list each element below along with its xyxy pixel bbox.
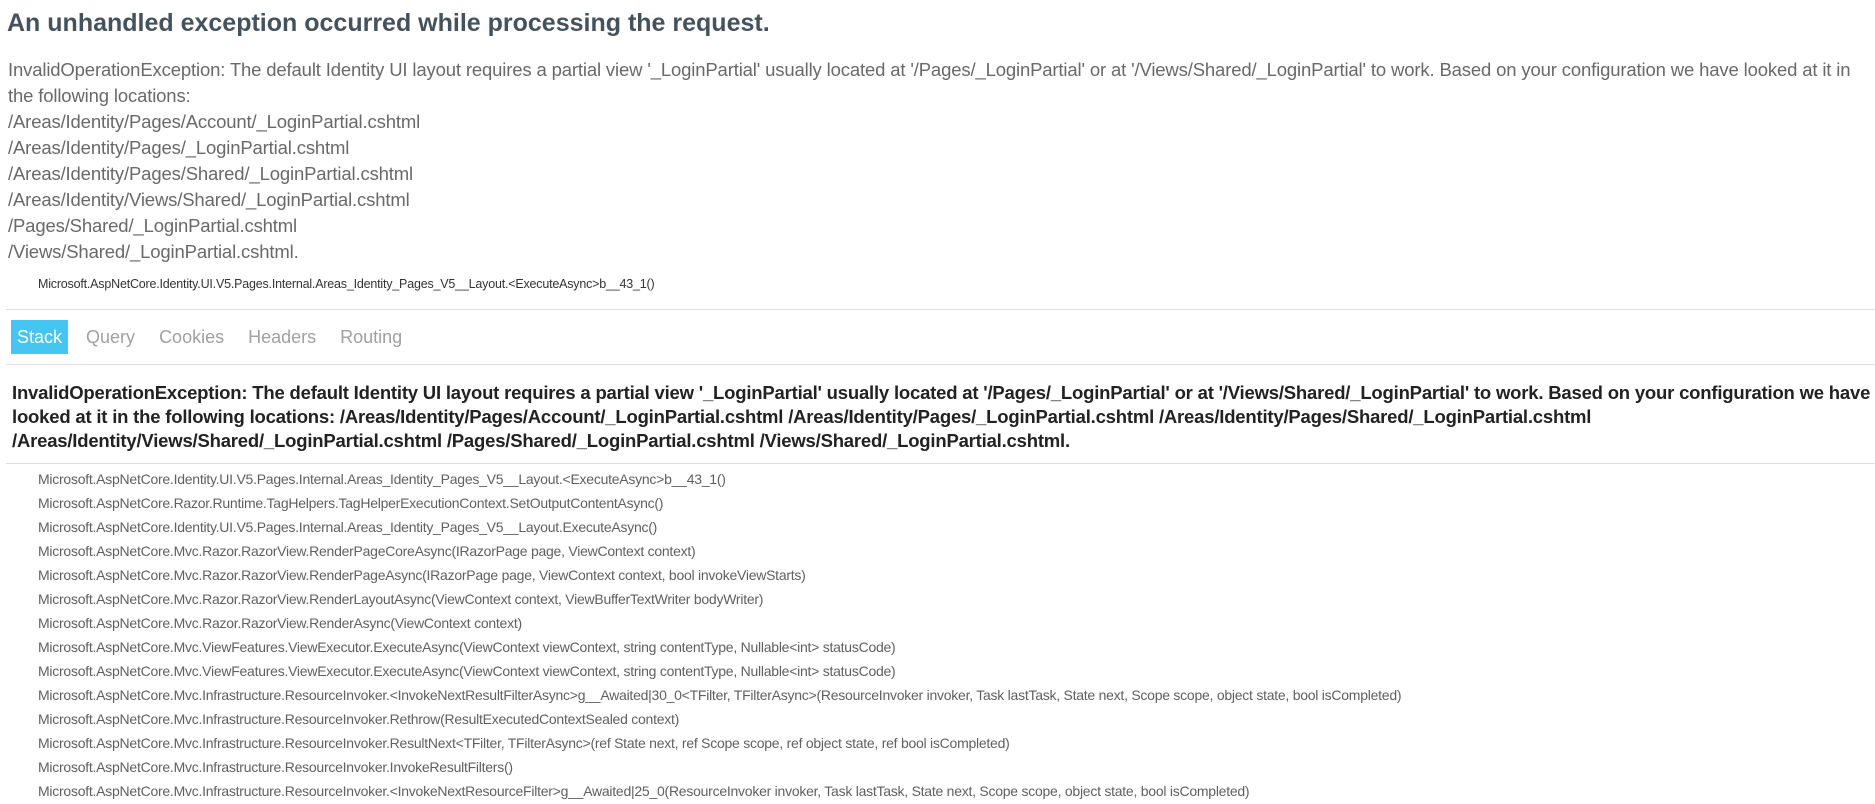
divider xyxy=(6,364,1875,365)
stack-frame[interactable]: Microsoft.AspNetCore.Mvc.Infrastructure.… xyxy=(38,755,1401,779)
tab-cookies[interactable]: Cookies xyxy=(153,320,230,354)
searched-location: /Pages/Shared/_LoginPartial.cshtml xyxy=(8,215,298,236)
searched-location: /Views/Shared/_LoginPartial.cshtml. xyxy=(8,241,299,262)
summary-top-frame: Microsoft.AspNetCore.Identity.UI.V5.Page… xyxy=(38,277,655,291)
divider xyxy=(6,309,1875,310)
stack-frame[interactable]: Microsoft.AspNetCore.Mvc.Razor.RazorView… xyxy=(38,611,1401,635)
stack-frame[interactable]: Microsoft.AspNetCore.Mvc.Razor.RazorView… xyxy=(38,587,1401,611)
tab-stack[interactable]: Stack xyxy=(11,320,69,354)
error-message: InvalidOperationException: The default I… xyxy=(8,59,1851,106)
tab-bar: Stack Query Cookies Headers Routing xyxy=(11,320,420,354)
tab-routing[interactable]: Routing xyxy=(334,320,408,354)
stack-frame[interactable]: Microsoft.AspNetCore.Identity.UI.V5.Page… xyxy=(38,515,1401,539)
stack-frame[interactable]: Microsoft.AspNetCore.Razor.Runtime.TagHe… xyxy=(38,491,1401,515)
searched-location: /Areas/Identity/Pages/Shared/_LoginParti… xyxy=(8,163,414,184)
error-summary: InvalidOperationException: The default I… xyxy=(8,57,1875,265)
tab-headers[interactable]: Headers xyxy=(242,320,322,354)
stack-frame[interactable]: Microsoft.AspNetCore.Mvc.ViewFeatures.Vi… xyxy=(38,635,1401,659)
searched-location: /Areas/Identity/Pages/_LoginPartial.csht… xyxy=(8,137,350,158)
stack-frame[interactable]: Microsoft.AspNetCore.Mvc.Infrastructure.… xyxy=(38,707,1401,731)
stack-frame[interactable]: Microsoft.AspNetCore.Mvc.ViewFeatures.Vi… xyxy=(38,659,1401,683)
searched-location: /Areas/Identity/Views/Shared/_LoginParti… xyxy=(8,189,410,210)
page-title: An unhandled exception occurred while pr… xyxy=(7,9,770,37)
stack-frame[interactable]: Microsoft.AspNetCore.Identity.UI.V5.Page… xyxy=(38,467,1401,491)
stack-frame-list: Microsoft.AspNetCore.Identity.UI.V5.Page… xyxy=(38,467,1402,803)
exception-heading: InvalidOperationException: The default I… xyxy=(12,382,1871,451)
searched-location: /Areas/Identity/Pages/Account/_LoginPart… xyxy=(8,111,421,132)
stack-frame[interactable]: Microsoft.AspNetCore.Mvc.Infrastructure.… xyxy=(38,779,1401,803)
stack-frame[interactable]: Microsoft.AspNetCore.Mvc.Razor.RazorView… xyxy=(38,563,1401,587)
stack-frame[interactable]: Microsoft.AspNetCore.Mvc.Razor.RazorView… xyxy=(38,539,1401,563)
divider xyxy=(6,463,1875,464)
stack-frame[interactable]: Microsoft.AspNetCore.Mvc.Infrastructure.… xyxy=(38,731,1401,755)
stack-frame[interactable]: Microsoft.AspNetCore.Mvc.Infrastructure.… xyxy=(38,683,1402,707)
tab-query[interactable]: Query xyxy=(80,320,141,354)
